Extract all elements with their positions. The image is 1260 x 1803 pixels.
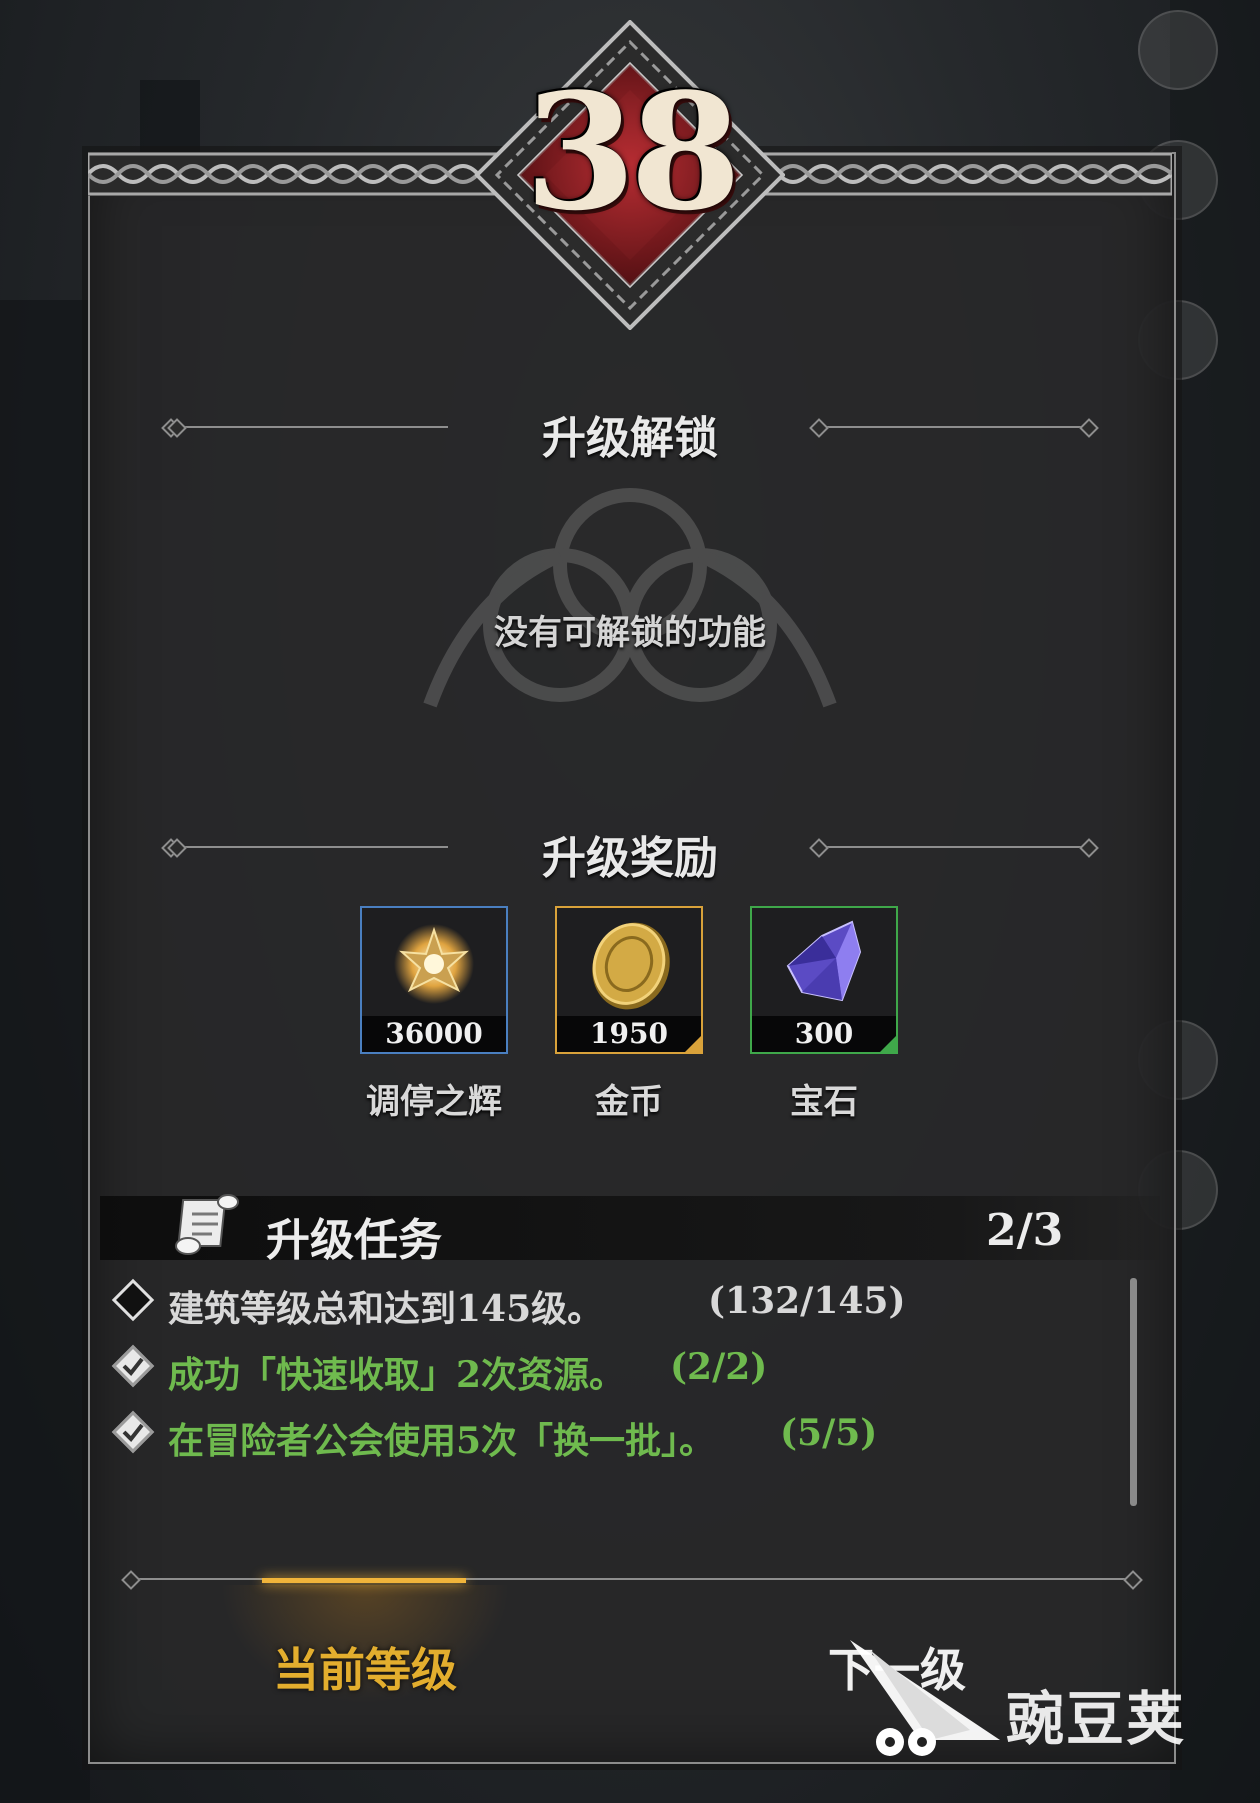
- task-count: (2/2): [670, 1346, 768, 1388]
- celtic-knot-icon: [423, 488, 837, 708]
- watermark-text: 豌豆荚: [1006, 1685, 1187, 1753]
- task-text: 成功「快速收取」2次资源。: [168, 1354, 626, 1396]
- reward-item[interactable]: 1950: [555, 906, 703, 1054]
- task-count: (5/5): [780, 1412, 878, 1454]
- reward-quantity: 36000: [362, 1016, 506, 1052]
- level-number: 38: [524, 58, 742, 246]
- reward-name: 宝石: [790, 1082, 858, 1122]
- check-icon: [122, 1423, 144, 1443]
- check-icon: [122, 1357, 144, 1377]
- reward-name: 调停之辉: [366, 1082, 502, 1122]
- unchecked-box-icon: [111, 1278, 155, 1322]
- reward-quantity: 1950: [557, 1016, 701, 1052]
- tab-current-level[interactable]: 当前等级: [260, 1634, 470, 1700]
- gold-coin-icon: [592, 922, 670, 1010]
- gem-icon: [786, 920, 862, 1002]
- tasks-section-title: 升级任务: [266, 1215, 442, 1266]
- reward-quantity: 300: [752, 1016, 896, 1052]
- unlock-section-title: 升级解锁: [542, 413, 718, 464]
- side-menu-icon: [1138, 10, 1218, 90]
- reward-name: 金币: [595, 1082, 663, 1122]
- task-list-scrollbar[interactable]: [1130, 1278, 1137, 1506]
- rarity-corner: [685, 1036, 701, 1052]
- task-text: 建筑等级总和达到145级。: [168, 1288, 604, 1330]
- star-light-icon: [394, 924, 474, 1004]
- task-item: 在冒险者公会使用5次「换一批」。 (5/5): [111, 1408, 1112, 1462]
- reward-item[interactable]: 300: [750, 906, 898, 1054]
- task-item: 成功「快速收取」2次资源。 (2/2): [111, 1342, 1112, 1396]
- task-text: 在冒险者公会使用5次「换一批」。: [168, 1420, 716, 1462]
- scroll-icon: [175, 1194, 239, 1255]
- task-item: 建筑等级总和达到145级。 (132/145): [111, 1276, 1112, 1330]
- tab-current-underline: [262, 1578, 466, 1583]
- rewards-section-title: 升级奖励: [542, 833, 718, 884]
- reward-item[interactable]: 36000: [360, 906, 508, 1054]
- rarity-corner: [880, 1036, 896, 1052]
- task-count: (132/145): [708, 1280, 906, 1322]
- tasks-progress: 2/3: [986, 1205, 1064, 1256]
- no-unlock-message: 没有可解锁的功能: [494, 613, 766, 653]
